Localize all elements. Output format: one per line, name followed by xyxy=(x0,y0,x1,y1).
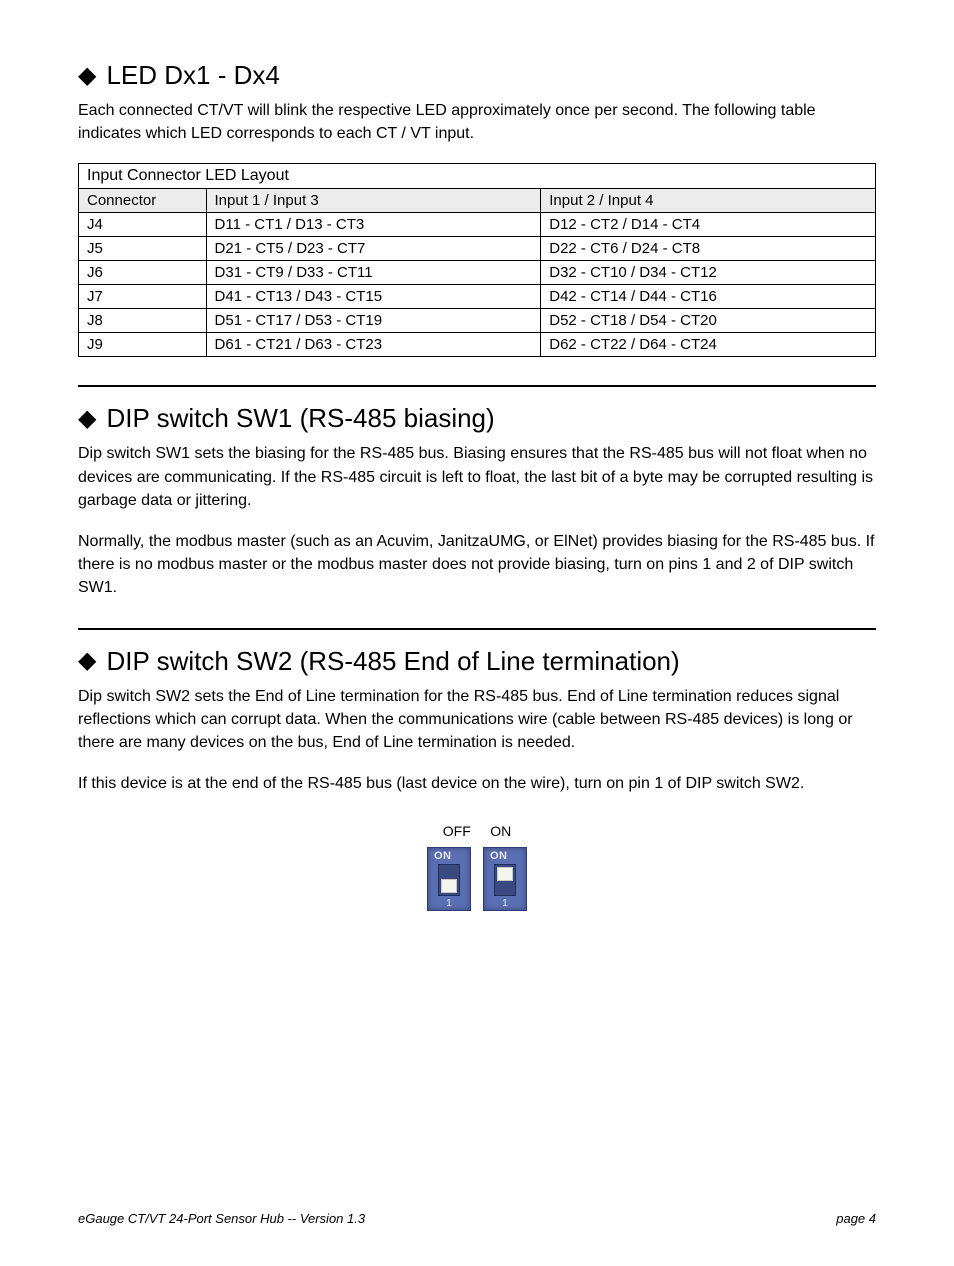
diamond-icon: ◆ xyxy=(78,649,96,673)
dip-switch-figure: OFF ON ON 1 ON 1 xyxy=(78,823,876,911)
table-title: Input Connector LED Layout xyxy=(79,164,876,189)
para-sw1-1: Dip switch SW1 sets the biasing for the … xyxy=(78,442,876,512)
table-led-layout: Input Connector LED Layout Connector Inp… xyxy=(78,163,876,357)
table-row: J4D11 - CT1 / D13 - CT3D12 - CT2 / D14 -… xyxy=(79,213,876,237)
dip-switch-label: OFF ON xyxy=(443,823,511,839)
table-row: J7D41 - CT13 / D43 - CT15D42 - CT14 / D4… xyxy=(79,285,876,309)
divider xyxy=(78,385,876,387)
table-row: J8D51 - CT17 / D53 - CT19D52 - CT18 / D5… xyxy=(79,309,876,333)
section-led: ◆ LED Dx1 - Dx4 Each connected CT/VT wil… xyxy=(78,60,876,357)
th-input24: Input 2 / Input 4 xyxy=(541,189,876,213)
para-sw2-1: Dip switch SW2 sets the End of Line term… xyxy=(78,685,876,755)
th-input13: Input 1 / Input 3 xyxy=(206,189,541,213)
table-row: J6D31 - CT9 / D33 - CT11D32 - CT10 / D34… xyxy=(79,261,876,285)
para-sw1-2: Normally, the modbus master (such as an … xyxy=(78,530,876,600)
para-sw2-2: If this device is at the end of the RS-4… xyxy=(78,772,876,795)
table-row: J9D61 - CT21 / D63 - CT23D62 - CT22 / D6… xyxy=(79,333,876,357)
diamond-icon: ◆ xyxy=(78,407,96,431)
dip-switch-on-icon: ON 1 xyxy=(483,847,527,911)
heading-led: LED Dx1 - Dx4 xyxy=(106,60,279,91)
section-sw1: ◆ DIP switch SW1 (RS-485 biasing) Dip sw… xyxy=(78,403,876,599)
heading-sw1: DIP switch SW1 (RS-485 biasing) xyxy=(106,403,494,434)
page-footer: eGauge CT/VT 24-Port Sensor Hub -- Versi… xyxy=(78,1211,876,1226)
para-led-intro: Each connected CT/VT will blink the resp… xyxy=(78,99,876,145)
heading-sw2: DIP switch SW2 (RS-485 End of Line termi… xyxy=(106,646,679,677)
divider xyxy=(78,628,876,630)
diamond-icon: ◆ xyxy=(78,64,96,88)
footer-title: eGauge CT/VT 24-Port Sensor Hub -- Versi… xyxy=(78,1211,365,1226)
dip-switch-off-icon: ON 1 xyxy=(427,847,471,911)
table-row: J5D21 - CT5 / D23 - CT7D22 - CT6 / D24 -… xyxy=(79,237,876,261)
section-sw2: ◆ DIP switch SW2 (RS-485 End of Line ter… xyxy=(78,646,876,912)
footer-page: page 4 xyxy=(836,1211,876,1226)
th-connector: Connector xyxy=(79,189,207,213)
